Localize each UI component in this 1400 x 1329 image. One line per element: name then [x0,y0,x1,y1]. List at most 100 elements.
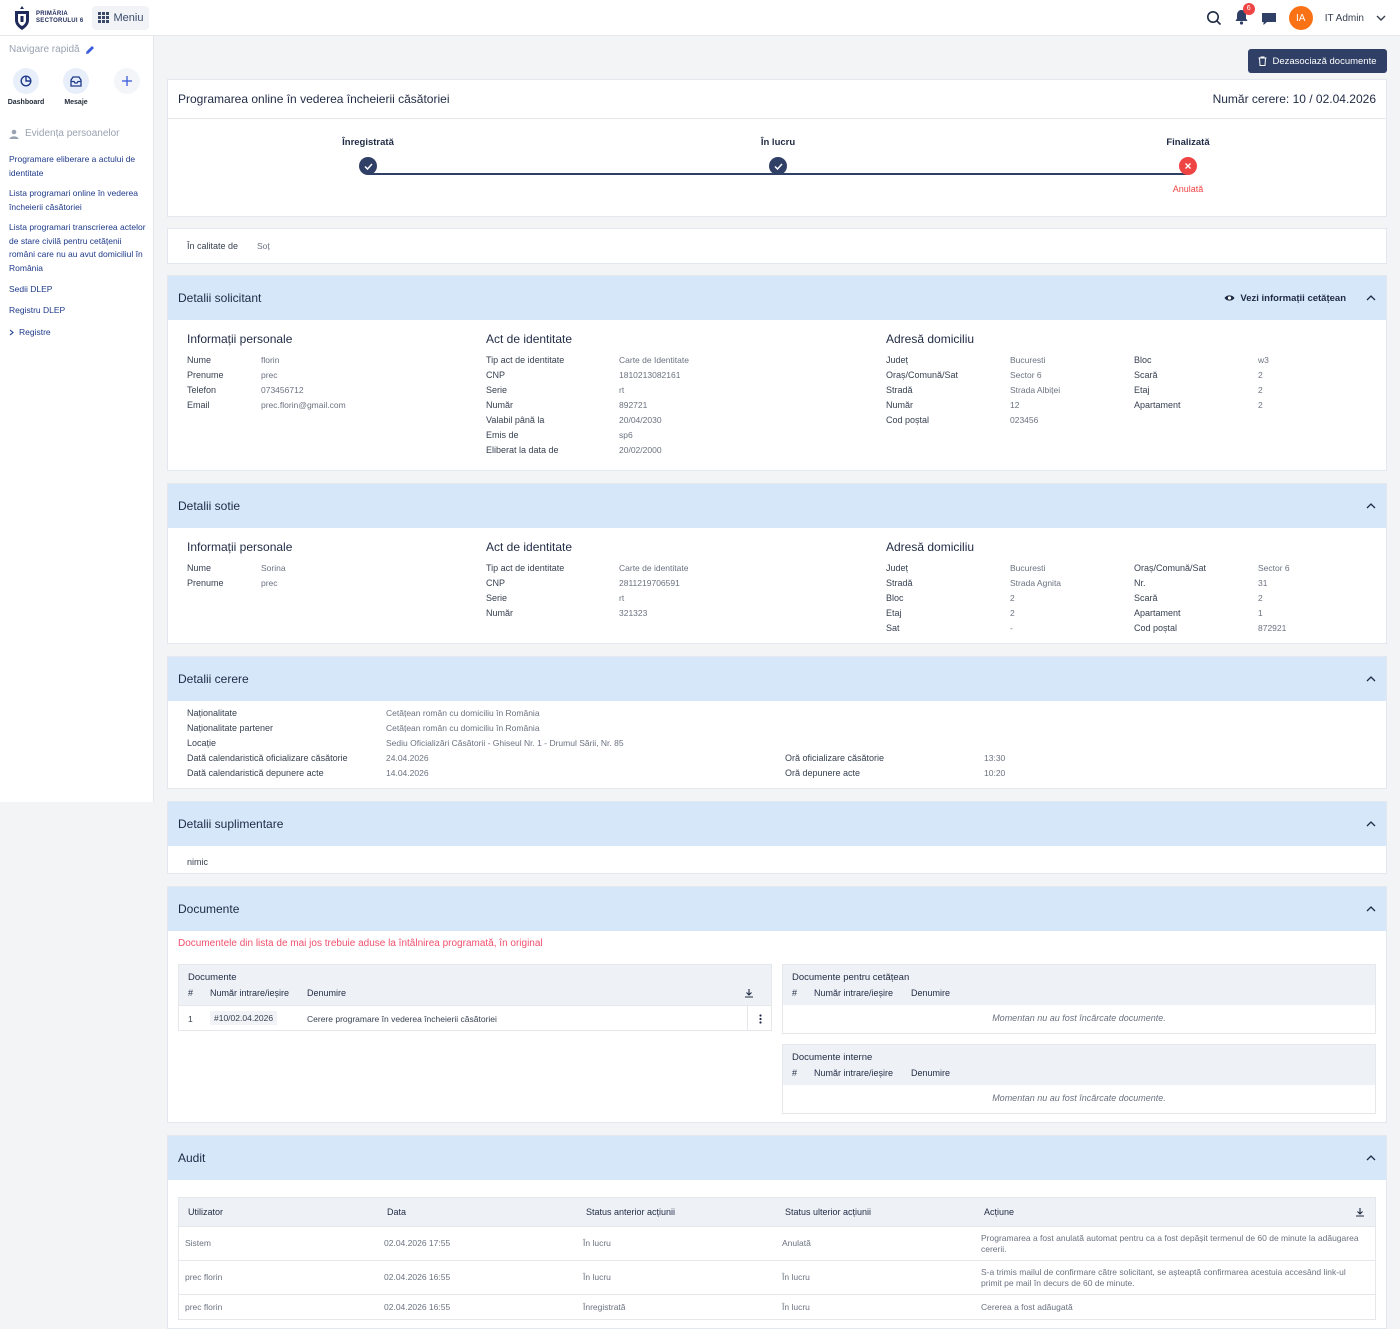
address-value: 2 [1010,593,1015,603]
address-label: Apartament [1134,400,1181,410]
search-icon[interactable] [1206,10,1222,26]
sotie-header[interactable]: Detalii sotie [168,484,1386,528]
address-label: Nr. [1134,578,1146,588]
check-icon [769,157,787,175]
address-value: 2 [1258,400,1263,410]
address-value: Strada Agnita [1010,578,1062,588]
section-title: Detalii cerere [178,672,249,686]
sidebar-item-registre[interactable]: Registre [9,326,147,340]
id-value: 20/04/2030 [619,415,662,425]
sidebar-item-registru-dlep[interactable]: Registru DLEP [9,304,147,318]
audit-header[interactable]: Audit [168,1136,1386,1180]
id-value: Carte de identitate [619,563,689,573]
sidebar-item-lista-casatorie[interactable]: Lista programari online în vederea înche… [9,187,147,214]
table-row[interactable]: 1 #10/02.04.2026 Cerere programare în ve… [179,1005,771,1031]
doc-box-title: Documente pentru cetățean [792,972,910,983]
address-value: Bucuresti [1010,355,1046,365]
address-label: Județ [886,355,909,365]
sidebar-item-sedii-dlep[interactable]: Sedii DLEP [9,283,147,297]
id-label: Tip act de identitate [486,563,565,573]
address-value: 2 [1258,593,1263,603]
chevron-down-icon[interactable] [1376,15,1386,22]
quick-add-button[interactable] [107,68,147,94]
empty-message: Momentan nu au fost încărcate documente. [992,1013,1166,1023]
cerere-value: 24.04.2026 [386,753,429,763]
personal-label: Prenume [187,370,224,380]
calitate-value: Soț [257,241,270,251]
address-title: Adresă domiciliu [886,540,975,554]
quick-item-dashboard[interactable]: Dashboard [6,68,46,106]
documente-header[interactable]: Documente [168,887,1386,931]
quick-item-mesaje[interactable]: Mesaje [56,68,96,106]
solicitant-header[interactable]: Detalii solicitant Vezi informații cetăț… [168,276,1386,320]
logo[interactable]: PRIMĂRIA SECTORULUI 6 [12,5,84,31]
chat-icon[interactable] [1261,11,1277,26]
download-icon[interactable] [744,988,754,998]
progress-line [368,173,778,175]
eye-icon [1224,295,1235,301]
chevron-up-icon[interactable] [1366,904,1376,914]
id-value: sp6 [619,430,633,440]
table-row[interactable]: Sistem 02.04.2026 17:55 În lucru Anulată Pro… [179,1226,1375,1260]
chevron-up-icon[interactable] [1366,1153,1376,1163]
section-title: Documente [178,902,240,916]
pencil-icon[interactable] [85,45,95,55]
logo-line-1: PRIMĂRIA [36,10,69,17]
cerere-label: Dată calendaristică oficializare căsător… [187,753,348,763]
address-value: Bucuresti [1010,563,1046,573]
chevron-up-icon[interactable] [1366,293,1376,303]
audit-cell-user: Sistem [185,1238,211,1248]
chevron-up-icon[interactable] [1366,674,1376,684]
audit-cell-after: În lucru [782,1272,810,1282]
sidebar-item-lista-transcriere[interactable]: Lista programari transcrierea actelor de… [9,221,147,275]
cerere-card: Detalii cerere Naționalitate Cetățean rom… [167,656,1387,789]
status-anulata: Anulată [1172,184,1204,194]
menu-button[interactable]: Meniu [91,5,150,30]
notifications-button[interactable]: 6 [1234,2,1255,28]
address-value: 023456 [1010,415,1039,425]
address-value: Strada Albiței [1010,385,1061,395]
table-row[interactable]: prec florin 02.04.2026 16:55 În lucru În lu… [179,1260,1375,1294]
view-citizen-link[interactable]: Vezi informații cetățean [1224,293,1346,304]
table-row[interactable]: prec florin 02.04.2026 16:55 Înregistrată Î… [179,1294,1375,1319]
section-title: Detalii sotie [178,499,241,513]
address-value: 2 [1258,370,1263,380]
section-title: Audit [178,1151,206,1165]
address-label: Etaj [886,608,902,618]
suplimentare-header[interactable]: Detalii suplimentare [168,802,1386,846]
user-name[interactable]: IT Admin [1325,13,1364,24]
audit-cell-before: În lucru [583,1238,611,1248]
audit-cell-date: 02.04.2026 16:55 [384,1272,451,1282]
col-data: Data [387,1206,407,1217]
audit-cell-after: În lucru [782,1301,810,1312]
chevron-up-icon[interactable] [1366,819,1376,829]
documents-box: Documente # Număr intrare/ieșire Denumir… [178,964,772,1031]
address-label: Scară [1134,593,1158,603]
personal-label: Nume [187,563,212,573]
address-label: Bloc [1134,355,1152,365]
more-vertical-icon[interactable] [759,1014,762,1024]
personal-value: florin [261,355,280,365]
trash-icon [1258,56,1267,66]
suplimentare-card: Detalii suplimentare nimic [167,801,1387,874]
step-inregistrata: Înregistrată [308,137,428,175]
cerere-header[interactable]: Detalii cerere [168,657,1386,701]
audit-cell-date: 02.04.2026 16:55 [384,1301,451,1312]
dezasociaza-documente-button[interactable]: Dezasociază documente [1248,49,1387,73]
avatar[interactable]: IA [1288,6,1313,30]
sidebar-item-programare-eliberare[interactable]: Programare eliberare a actului de identi… [9,153,147,180]
personal-label: Email [187,400,210,410]
personal-value: prec [261,578,278,588]
col-utilizator: Utilizator [188,1206,224,1217]
chevron-up-icon[interactable] [1366,501,1376,511]
download-icon[interactable] [1355,1207,1365,1217]
check-icon [359,157,377,175]
cerere-value: 10:20 [984,768,1006,778]
id-label: Valabil până la [486,415,545,425]
cerere-label: Dată calendaristică depunere acte [187,768,324,778]
col-status-ulterior: Status ulterior acțiunii [785,1206,872,1217]
address-value: 31 [1258,578,1268,588]
status-card: Programarea online în vederea încheierii… [167,79,1387,217]
address-value: 12 [1010,400,1020,410]
request-number: Număr cerere: 10 / 02.04.2026 [1212,92,1376,106]
